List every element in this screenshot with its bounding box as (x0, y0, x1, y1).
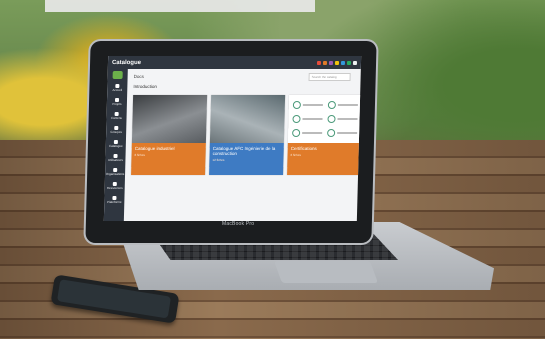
search-icon[interactable] (352, 60, 358, 65)
notification-icon[interactable] (316, 60, 322, 65)
cert-text-line (302, 132, 323, 135)
trackpad (273, 261, 379, 283)
sidebar-item-catalogue[interactable]: Catalogue (106, 137, 126, 151)
card-title: Catalogue industriel (134, 146, 175, 151)
card-footer: Catalogue industriel 6 fiches (131, 143, 206, 175)
sidebar-item-projets[interactable]: Projets (107, 95, 127, 109)
sidebar-item-ressources[interactable]: Ressources (105, 179, 125, 193)
badge-icon (292, 114, 301, 123)
sidebar-item-contenu[interactable]: Contenu (106, 109, 126, 123)
catalog-cards: Catalogue industriel 6 fiches Catalogue … (131, 95, 362, 175)
section-title: Introduction (133, 84, 157, 89)
badge-icon (326, 129, 335, 138)
laptop-screen: Catalogue Accueil Projets Contenu Groupe… (103, 56, 362, 221)
card-title: Certifications (290, 146, 317, 151)
header-icons (316, 60, 358, 65)
cert-text-line (337, 103, 358, 106)
catalog-card-industrial[interactable]: Catalogue industriel 6 fiches (131, 95, 208, 175)
cert-item (292, 113, 324, 124)
alert-icon[interactable] (322, 60, 328, 65)
search-input[interactable]: Search the catalog (308, 73, 351, 81)
app-title: Catalogue (111, 59, 142, 66)
message-icon[interactable] (328, 60, 334, 65)
badge-icon (292, 100, 301, 109)
sidebar: Accueil Projets Contenu Groupes Catalogu… (103, 69, 128, 221)
card-image (209, 95, 286, 143)
card-image (131, 95, 208, 143)
card-title: Catalogue AFC Ingénierie de la construct… (212, 146, 276, 156)
sidebar-item-organisations[interactable]: Organisations (105, 165, 125, 179)
top-strip (45, 0, 315, 12)
cert-item (326, 113, 359, 124)
star-icon[interactable] (334, 60, 340, 65)
cert-text-line (302, 103, 323, 106)
catalog-card-construction[interactable]: Catalogue AFC Ingénierie de la construct… (209, 95, 286, 175)
cert-item (292, 99, 325, 110)
sidebar-item-groupes[interactable]: Groupes (106, 123, 126, 137)
cert-item (326, 128, 358, 139)
main-content: Docs Search the catalog Introduction Cat… (126, 69, 362, 221)
cert-text-line (336, 117, 358, 120)
cert-item (292, 128, 324, 139)
user-icon[interactable] (340, 60, 346, 65)
cert-text-line (336, 132, 357, 135)
cert-text-line (302, 117, 323, 120)
app-header: Catalogue (107, 56, 362, 69)
card-footer: Certifications 6 fiches (287, 143, 362, 175)
device-label: MacBook Pro (222, 221, 255, 227)
card-meta: 12 fiches (212, 158, 225, 162)
cert-item (327, 99, 359, 110)
sidebar-item-plateforme[interactable]: Plateforme (104, 193, 124, 207)
card-meta: 6 fiches (134, 153, 145, 157)
app-logo-icon (112, 71, 123, 79)
badge-icon (327, 100, 336, 109)
sidebar-item-accueil[interactable]: Accueil (107, 81, 127, 95)
card-meta: 6 fiches (290, 153, 301, 157)
settings-icon[interactable] (346, 60, 352, 65)
card-footer: Catalogue AFC Ingénierie de la construct… (209, 143, 284, 175)
scene: MacBook Pro Catalogue Accueil Projets Co… (0, 0, 545, 339)
catalog-card-certifications[interactable]: Certifications 6 fiches (287, 95, 362, 175)
sidebar-item-utilisateurs[interactable]: Utilisateurs (105, 151, 125, 165)
certifications-grid (287, 95, 362, 143)
badge-icon (292, 129, 301, 138)
badge-icon (326, 114, 336, 123)
